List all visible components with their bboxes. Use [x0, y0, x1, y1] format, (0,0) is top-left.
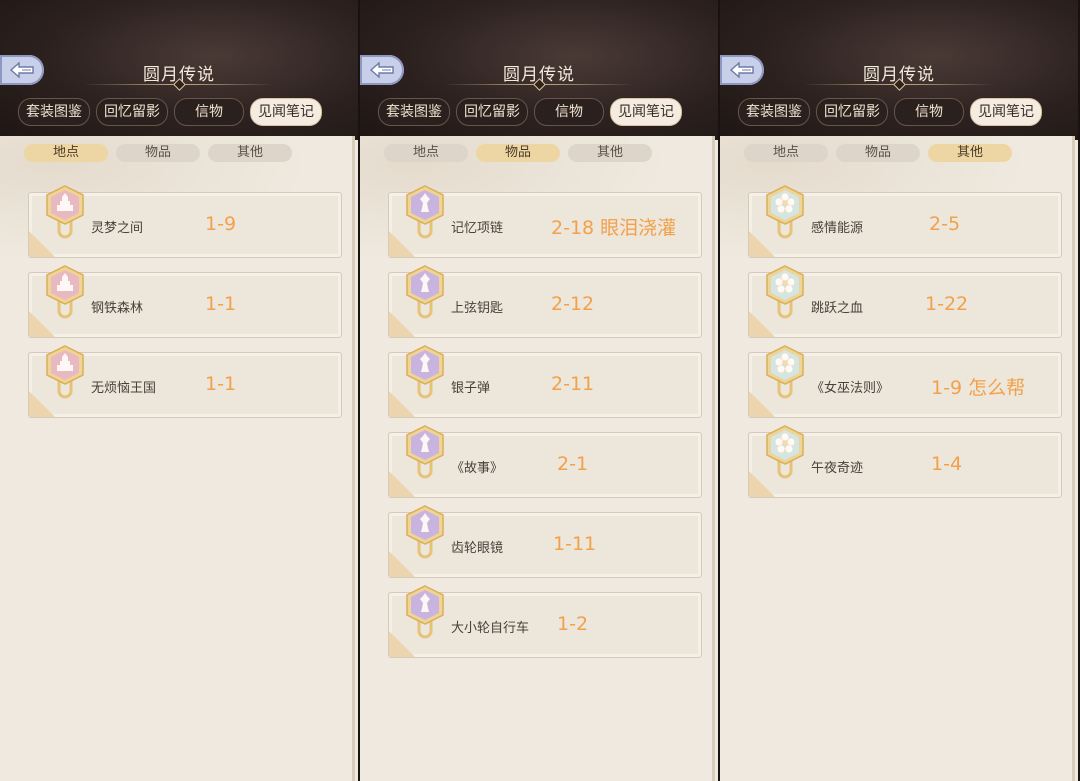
- journal-page: 地点 物品 其他记忆项链 2-18 眼泪浇灌上弦钥匙 2-12 银子弹 2-11 《故事》 2-…: [360, 136, 715, 781]
- list-item[interactable]: 感情能源 2-5: [748, 185, 1062, 258]
- item-name: 灵梦之间: [91, 221, 144, 236]
- journal-page: 地点 物品 其他感情能源 2-5 跳跃之血 1-22 《女巫法则》 1-9 怎么帮午夜奇迹 1-…: [720, 136, 1075, 781]
- item-name: 齿轮眼镜: [451, 541, 504, 556]
- tab-tokens[interactable]: 信物: [894, 98, 964, 126]
- tab-journal[interactable]: 见闻笔记: [610, 98, 682, 126]
- subtab-items[interactable]: 物品: [476, 144, 560, 162]
- item-name: 跳跃之血: [811, 301, 864, 316]
- tab-memory-photos[interactable]: 回忆留影: [456, 98, 528, 126]
- main-tabs: 套装图鉴 回忆留影 信物 见闻笔记: [378, 98, 682, 126]
- item-stage-code: 1-11: [553, 533, 597, 555]
- tab-tokens[interactable]: 信物: [534, 98, 604, 126]
- item-stage-code: 2-12: [551, 293, 595, 315]
- chess-piece-icon: [405, 585, 445, 639]
- item-stage-code: 1-1: [205, 373, 237, 395]
- journal-page: 地点 物品 其他灵梦之间 1-9 钢铁森林 1-1 无烦恼王国 1-1: [0, 136, 355, 781]
- category-tabs: 地点 物品 其他: [24, 144, 292, 162]
- journal-panel-1: 圆月传说 套装图鉴 回忆留影 信物 见闻笔记 地点 物品 其他 灵梦之间 1-9 钢铁森林 1-1 无烦…: [0, 0, 358, 781]
- item-stage-code: 2-18 眼泪浇灌: [551, 217, 677, 239]
- item-name: 无烦恼王国: [91, 381, 157, 396]
- tab-journal[interactable]: 见闻笔记: [970, 98, 1042, 126]
- chess-piece-icon: [405, 505, 445, 559]
- list-item[interactable]: 大小轮自行车 1-2: [388, 585, 702, 658]
- journal-panel-2: 圆月传说 套装图鉴 回忆留影 信物 见闻笔记 地点 物品 其他 记忆项链 2-18 眼泪浇灌 上弦钥…: [360, 0, 718, 781]
- item-name: 大小轮自行车: [451, 621, 530, 636]
- subtab-items[interactable]: 物品: [116, 144, 200, 162]
- item-name: 银子弹: [451, 381, 491, 396]
- subtab-items[interactable]: 物品: [836, 144, 920, 162]
- list-item[interactable]: 《故事》 2-1: [388, 425, 702, 498]
- list-item[interactable]: 上弦钥匙 2-12: [388, 265, 702, 338]
- item-stage-code: 1-9 怎么帮: [931, 377, 1026, 399]
- flower-icon: [765, 425, 805, 479]
- list-item[interactable]: 跳跃之血 1-22: [748, 265, 1062, 338]
- list-item[interactable]: 午夜奇迹 1-4: [748, 425, 1062, 498]
- tab-journal[interactable]: 见闻笔记: [250, 98, 322, 126]
- subtab-others[interactable]: 其他: [928, 144, 1012, 162]
- list-item[interactable]: 钢铁森林 1-1: [28, 265, 342, 338]
- list-item[interactable]: 无烦恼王国 1-1: [28, 345, 342, 418]
- subtab-locations[interactable]: 地点: [384, 144, 468, 162]
- item-name: 感情能源: [811, 221, 864, 236]
- tab-tokens[interactable]: 信物: [174, 98, 244, 126]
- list-item[interactable]: 银子弹 2-11: [388, 345, 702, 418]
- main-tabs: 套装图鉴 回忆留影 信物 见闻笔记: [18, 98, 322, 126]
- list-item[interactable]: 齿轮眼镜 1-11: [388, 505, 702, 578]
- item-name: 钢铁森林: [91, 301, 144, 316]
- castle-icon: [45, 345, 85, 399]
- list-item[interactable]: 记忆项链 2-18 眼泪浇灌: [388, 185, 702, 258]
- item-name: 上弦钥匙: [451, 301, 504, 316]
- subtab-others[interactable]: 其他: [568, 144, 652, 162]
- castle-icon: [45, 265, 85, 319]
- item-stage-code: 2-1: [557, 453, 589, 475]
- item-stage-code: 1-9: [205, 213, 237, 235]
- flower-icon: [765, 185, 805, 239]
- list-item[interactable]: 《女巫法则》 1-9 怎么帮: [748, 345, 1062, 418]
- tab-suit-catalog[interactable]: 套装图鉴: [378, 98, 450, 126]
- tab-suit-catalog[interactable]: 套装图鉴: [18, 98, 90, 126]
- tab-memory-photos[interactable]: 回忆留影: [816, 98, 888, 126]
- item-name: 记忆项链: [451, 221, 504, 236]
- flower-icon: [765, 265, 805, 319]
- chess-piece-icon: [405, 345, 445, 399]
- subtab-locations[interactable]: 地点: [744, 144, 828, 162]
- main-tabs: 套装图鉴 回忆留影 信物 见闻笔记: [738, 98, 1042, 126]
- castle-icon: [45, 185, 85, 239]
- item-name: 《女巫法则》: [811, 381, 890, 396]
- item-name: 《故事》: [451, 461, 504, 476]
- subtab-others[interactable]: 其他: [208, 144, 292, 162]
- journal-panel-3: 圆月传说 套装图鉴 回忆留影 信物 见闻笔记 地点 物品 其他 感情能源 2-5 跳跃之血 1-22 《…: [720, 0, 1078, 781]
- category-tabs: 地点 物品 其他: [744, 144, 1012, 162]
- item-stage-code: 1-2: [557, 613, 589, 635]
- subtab-locations[interactable]: 地点: [24, 144, 108, 162]
- item-stage-code: 1-22: [925, 293, 969, 315]
- flower-icon: [765, 345, 805, 399]
- tab-suit-catalog[interactable]: 套装图鉴: [738, 98, 810, 126]
- item-stage-code: 2-11: [551, 373, 595, 395]
- item-stage-code: 1-4: [931, 453, 963, 475]
- chess-piece-icon: [405, 265, 445, 319]
- category-tabs: 地点 物品 其他: [384, 144, 652, 162]
- item-stage-code: 1-1: [205, 293, 237, 315]
- list-item[interactable]: 灵梦之间 1-9: [28, 185, 342, 258]
- item-name: 午夜奇迹: [811, 461, 864, 476]
- item-stage-code: 2-5: [929, 213, 961, 235]
- tab-memory-photos[interactable]: 回忆留影: [96, 98, 168, 126]
- chess-piece-icon: [405, 185, 445, 239]
- chess-piece-icon: [405, 425, 445, 479]
